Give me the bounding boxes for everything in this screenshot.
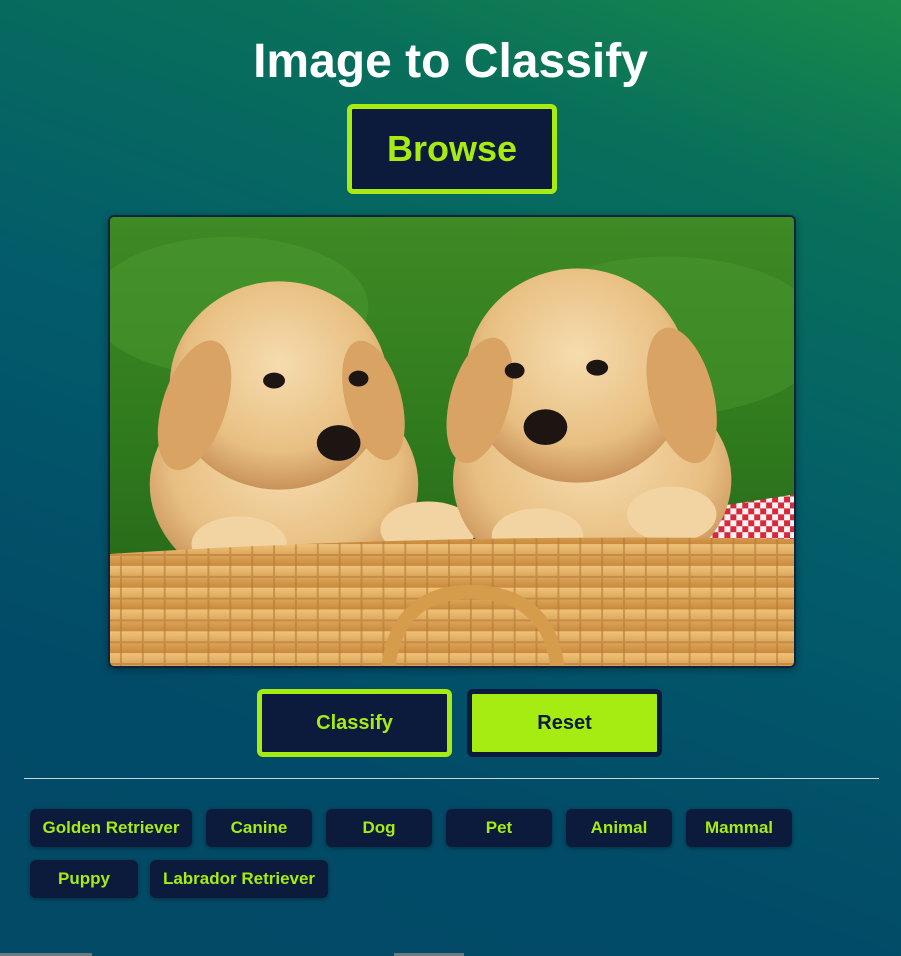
tag-pet[interactable]: Pet <box>446 809 552 847</box>
classify-button[interactable]: Classify <box>257 689 452 757</box>
tag-canine[interactable]: Canine <box>206 809 312 847</box>
tag-animal[interactable]: Animal <box>566 809 672 847</box>
tag-dog[interactable]: Dog <box>326 809 432 847</box>
browse-button[interactable]: Browse <box>347 104 557 194</box>
puppies-photo <box>110 217 794 666</box>
tag-puppy[interactable]: Puppy <box>30 860 138 898</box>
page-title: Image to Classify <box>253 35 648 88</box>
section-divider <box>24 778 879 779</box>
tag-mammal[interactable]: Mammal <box>686 809 792 847</box>
reset-button[interactable]: Reset <box>467 689 662 757</box>
tag-golden-retriever[interactable]: Golden Retriever <box>30 809 192 847</box>
uploaded-image <box>108 215 796 668</box>
tag-labrador-retriever[interactable]: Labrador Retriever <box>150 860 328 898</box>
